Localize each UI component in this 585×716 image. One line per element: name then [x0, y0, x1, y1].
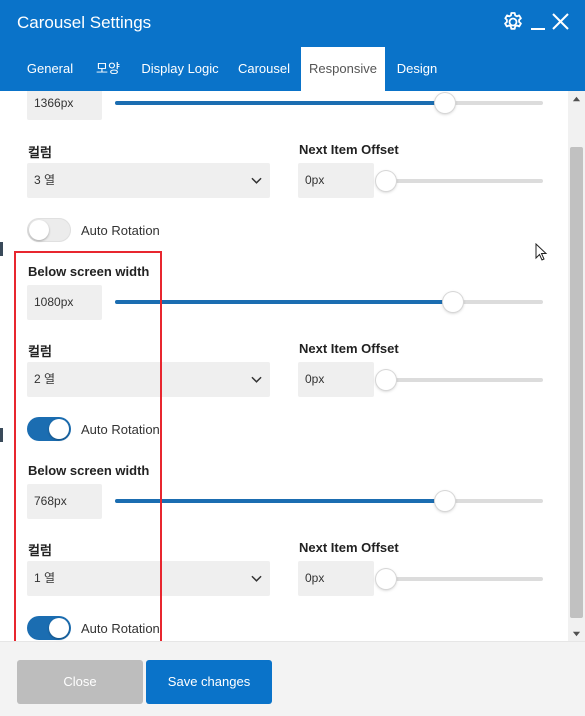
columns-label: 컬럼	[28, 543, 52, 558]
columns-select[interactable]: 2 열	[27, 362, 270, 397]
close-icon[interactable]	[549, 10, 573, 34]
columns-select[interactable]: 3 열	[27, 163, 270, 198]
next-item-offset-label: Next Item Offset	[299, 142, 399, 157]
below-screen-width-label: Below screen width	[28, 264, 150, 279]
next-item-offset-input[interactable]: 0px	[298, 163, 374, 198]
next-item-offset-label: Next Item Offset	[299, 540, 399, 555]
background-edge	[0, 428, 3, 442]
auto-rotation-toggle[interactable]	[27, 218, 71, 242]
close-button[interactable]: Close	[17, 660, 143, 704]
columns-label: 컬럼	[28, 145, 52, 160]
auto-rotation-label: Auto Rotation	[81, 621, 160, 636]
below-screen-width-input[interactable]: 768px	[27, 484, 102, 519]
slider-fill	[115, 300, 454, 304]
auto-rotation-label: Auto Rotation	[81, 422, 160, 437]
window-title: Carousel Settings	[17, 13, 152, 32]
below-screen-width-slider[interactable]	[115, 491, 543, 511]
dialog-footer: Close Save changes	[0, 641, 585, 716]
auto-rotation-toggle[interactable]	[27, 616, 71, 640]
below-screen-width-label: Below screen width	[28, 463, 150, 478]
slider-thumb[interactable]	[376, 370, 396, 390]
slider-thumb[interactable]	[376, 569, 396, 589]
tab-display-logic[interactable]: Display Logic	[133, 47, 227, 91]
background-edge	[0, 242, 3, 256]
tab-carousel[interactable]: Carousel	[230, 47, 298, 91]
scroll-down-icon[interactable]	[572, 629, 581, 638]
slider-thumb[interactable]	[376, 171, 396, 191]
next-item-offset-label: Next Item Offset	[299, 341, 399, 356]
slider-thumb[interactable]	[443, 292, 464, 312]
next-item-offset-input[interactable]: 0px	[298, 362, 374, 397]
next-item-offset-input[interactable]: 0px	[298, 561, 374, 596]
columns-label: 컬럼	[28, 344, 52, 359]
auto-rotation-toggle[interactable]	[27, 417, 71, 441]
auto-rotation-label: Auto Rotation	[81, 223, 160, 238]
next-item-offset-slider[interactable]	[376, 171, 543, 191]
toggle-knob	[29, 220, 49, 240]
vertical-scrollbar[interactable]	[568, 91, 585, 641]
columns-select-value: 1 열	[34, 571, 56, 585]
save-changes-button[interactable]: Save changes	[146, 660, 272, 704]
columns-select-value: 2 열	[34, 372, 56, 386]
responsive-settings-panel: 1366px 컬럼 3 열 Next Item Offset 0px Auto …	[0, 91, 568, 641]
slider-fill	[115, 101, 445, 105]
chevron-down-icon	[251, 177, 262, 184]
tab-design[interactable]: Design	[388, 47, 446, 91]
below-screen-width-slider[interactable]	[115, 292, 543, 312]
tab-bar: General 모양 Display Logic Carousel Respon…	[0, 47, 585, 91]
screen-width-input[interactable]: 1366px	[27, 91, 102, 120]
tab-appearance[interactable]: 모양	[86, 47, 130, 91]
slider-fill	[115, 499, 445, 503]
tab-general[interactable]: General	[17, 47, 83, 91]
slider-thumb[interactable]	[434, 93, 455, 113]
scroll-up-icon[interactable]	[572, 95, 581, 104]
toggle-knob	[49, 618, 69, 638]
gear-icon[interactable]	[501, 10, 525, 34]
tab-responsive[interactable]: Responsive	[301, 47, 385, 91]
chevron-down-icon	[251, 376, 262, 383]
toggle-knob	[49, 419, 69, 439]
slider-thumb[interactable]	[434, 491, 455, 511]
chevron-down-icon	[251, 575, 262, 582]
columns-select[interactable]: 1 열	[27, 561, 270, 596]
columns-select-value: 3 열	[34, 173, 56, 187]
screen-width-slider[interactable]	[115, 93, 543, 113]
title-bar: Carousel Settings	[0, 0, 585, 47]
below-screen-width-input[interactable]: 1080px	[27, 285, 102, 320]
next-item-offset-slider[interactable]	[376, 569, 543, 589]
minimize-icon[interactable]	[527, 10, 551, 34]
scrollbar-thumb[interactable]	[570, 147, 583, 618]
next-item-offset-slider[interactable]	[376, 370, 543, 390]
